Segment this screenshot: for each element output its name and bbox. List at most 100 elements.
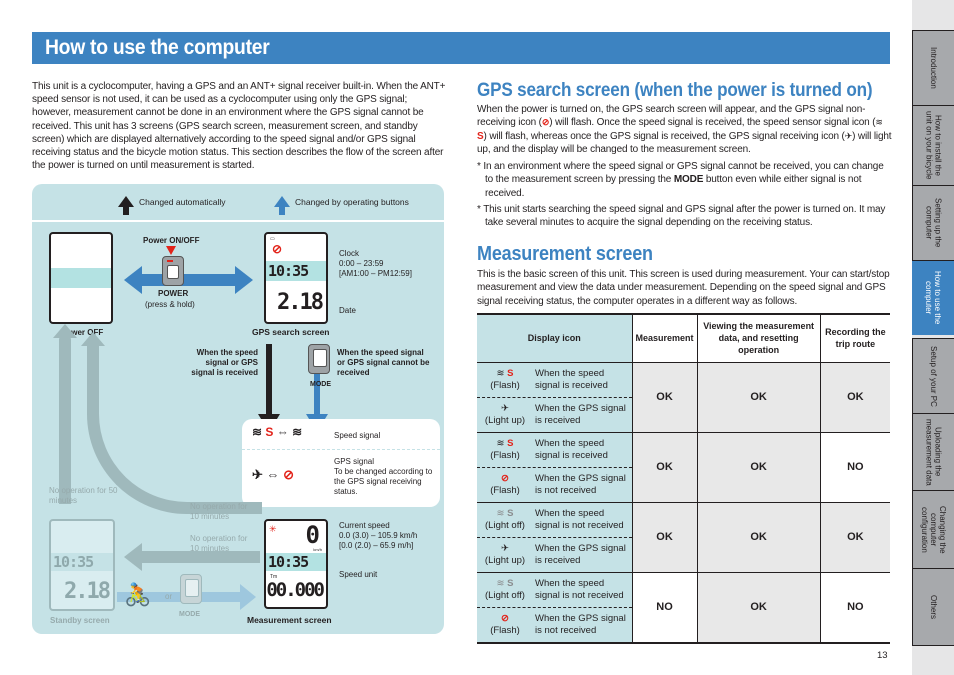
intro-paragraph: This unit is a cyclocomputer, having a G…	[32, 81, 446, 172]
gps-state: (Flash)	[490, 624, 520, 636]
standby-lcd-clock: 10:35	[53, 553, 94, 571]
tab-setup-pc[interactable]: Setup of your PC	[912, 338, 954, 413]
recording-value: OK	[819, 502, 890, 573]
gps-p2: ) will flash. Once the speed signal is r…	[549, 117, 876, 129]
tab-label: Introduction	[929, 47, 938, 89]
speed-sensor-off-icon: ≋	[496, 577, 505, 589]
tab-label: Uploading the measurement data	[924, 418, 943, 486]
gps-signal-annotation: GPS signal To be changed according to th…	[334, 457, 439, 497]
speed-status: ≋ S (Flash) When the speed signal is rece…	[477, 363, 632, 398]
speed-text: When the speed signal is received	[535, 437, 608, 461]
power-button-indicator	[167, 260, 173, 262]
date-label: Date	[339, 306, 356, 315]
speed-text: When the speed signal is not received	[535, 577, 624, 601]
gps-search-screen: ▭ ⊘ 10:35 2.18	[264, 232, 328, 324]
mode-button-device[interactable]	[308, 344, 330, 374]
no-op-50-label: No operation for 50 minutes	[49, 486, 118, 505]
gps-text: When the GPS signal is received	[535, 542, 626, 566]
recording-value: NO	[819, 432, 890, 503]
clock-range: 0:00 – 23:59	[339, 259, 384, 268]
current-speed-range-mph: [0.0 (2.0) – 65.9 m/h]	[339, 541, 414, 550]
page-number: 13	[877, 650, 888, 661]
page-title: How to use the computer	[45, 36, 270, 59]
clock-annotation: Clock 0:00 – 23:59 [AM1:00 – PM12:59]	[339, 249, 429, 279]
standby-screen: 10:35 2.18	[49, 519, 115, 611]
table-row: ≋ S (Flash) When the speed signal is rece…	[477, 432, 890, 503]
tab-setting-up[interactable]: Setting up the computer	[912, 185, 954, 260]
gps-state: (Light up)	[484, 414, 526, 426]
gps-status: ⊘ (Flash) When the GPS signal is not rece…	[477, 467, 632, 502]
measurement-label: Measurement screen	[247, 615, 332, 625]
speed-signal-label: Speed signal	[334, 431, 381, 440]
measurement-to-standby-arrow	[140, 551, 260, 563]
black-arrow-icon	[118, 196, 134, 215]
speed-s-icon: S	[507, 367, 514, 379]
tab-others[interactable]: Others	[912, 568, 954, 646]
table-row: ≋ S (Flash) When the speed signal is rece…	[477, 362, 890, 433]
viewing-value: OK	[696, 502, 821, 573]
header-viewing: Viewing the measurement data, and resett…	[696, 314, 821, 363]
standby-lcd-date: 2.18	[64, 579, 111, 604]
blue-arrow-icon	[274, 196, 290, 215]
tab-changing-config[interactable]: Changing the computer configuration	[912, 490, 954, 568]
gps-text: When the GPS signal is not received	[535, 472, 626, 496]
speed-s-off-icon: S	[507, 507, 514, 519]
gps-not-received-icon: ⊘	[501, 612, 509, 624]
speed-s-off-icon: S	[507, 577, 514, 589]
viewing-value: OK	[696, 362, 821, 433]
speed-state: (Light off)	[485, 519, 525, 531]
standby-to-off-arrow	[59, 334, 71, 504]
lcd-kmh: km/h	[313, 547, 322, 552]
speed-state: (Flash)	[490, 379, 520, 391]
measurement-screen: ✳ 0 km/h 10:35 Tm 00.000	[264, 519, 328, 609]
speed-state: (Flash)	[490, 449, 520, 461]
tab-introduction[interactable]: Introduction	[912, 30, 954, 105]
clock-label: Clock	[339, 249, 360, 258]
speed-text: When the speed signal is received	[535, 367, 608, 391]
faded-mode-label: MODE	[179, 611, 200, 618]
gps-received-icon: ✈	[501, 402, 509, 414]
power-button-device[interactable]	[162, 256, 184, 286]
tab-label: Setting up the computer	[924, 198, 943, 248]
gps-status: ✈ (Light up) When the GPS signal is recei…	[477, 537, 632, 572]
tab-label: Others	[929, 594, 938, 619]
gps-not-received-icon: ⊘	[501, 472, 509, 484]
current-speed-range: 0.0 (3.0) – 105.9 km/h	[339, 531, 418, 540]
or-label: or	[165, 592, 173, 601]
screen-flow-diagram: Changed automatically Changed by operati…	[32, 184, 444, 634]
speed-sensor-off-icon: ≋	[496, 507, 505, 519]
gps-note-2: * This unit starts searching the speed s…	[477, 204, 886, 229]
not-received-label: When the speed signal or GPS signal cann…	[337, 348, 430, 377]
recording-value: OK	[819, 362, 890, 433]
gps-p3: ) will flash, whereas once the GPS signa…	[483, 130, 845, 142]
speed-s-icon: S	[507, 437, 514, 449]
lcd-date: 2.18	[277, 290, 324, 315]
speed-status: ≋ S (Light off) When the speed signal is …	[477, 503, 632, 538]
tab-uploading[interactable]: Uploading the measurement data	[912, 413, 954, 490]
display-icon-cell: ≋ S (Light off) When the speed signal is …	[477, 572, 632, 643]
gps-state: (Light up)	[484, 554, 526, 566]
legend-buttons-label: Changed by operating buttons	[295, 196, 409, 207]
signal-legend-bubble: ≋ S ⇔ ≋ Speed signal ✈ ⇔ ⊘ GPS signal To…	[242, 419, 440, 507]
cyclist-icon: 🚴	[124, 582, 152, 607]
table-row: ≋ S (Light off) When the speed signal is …	[477, 572, 890, 643]
gps-note-1: * In an environment where the speed sign…	[477, 160, 892, 200]
legend-auto-label: Changed automatically	[139, 196, 226, 207]
note1-mode: MODE	[673, 174, 704, 186]
tab-install[interactable]: How to install the unit on your bicycle	[912, 105, 954, 185]
display-icon-cell: ≋ S (Flash) When the speed signal is rece…	[477, 362, 632, 433]
arrow-left-head	[124, 266, 142, 294]
table-row: ≋ S (Light off) When the speed signal is …	[477, 502, 890, 573]
tab-how-to-use[interactable]: How to use the computer	[912, 260, 954, 335]
gps-search-label: GPS search screen	[252, 327, 330, 337]
tab-label: Setup of your PC	[929, 345, 938, 407]
standby-label: Standby screen	[50, 616, 110, 625]
chapter-tabs: Introduction How to install the unit on …	[912, 0, 954, 675]
diagram-legend: Changed automatically Changed by operati…	[32, 184, 444, 222]
auto-down-arrow	[266, 344, 272, 418]
measurement-value: OK	[631, 432, 698, 503]
measurement-value: OK	[631, 502, 698, 573]
legend-auto: Changed automatically	[118, 196, 226, 215]
gps-section-heading: GPS search screen (when the power is tur…	[477, 80, 873, 101]
gps-received-icon: ✈	[844, 130, 853, 141]
